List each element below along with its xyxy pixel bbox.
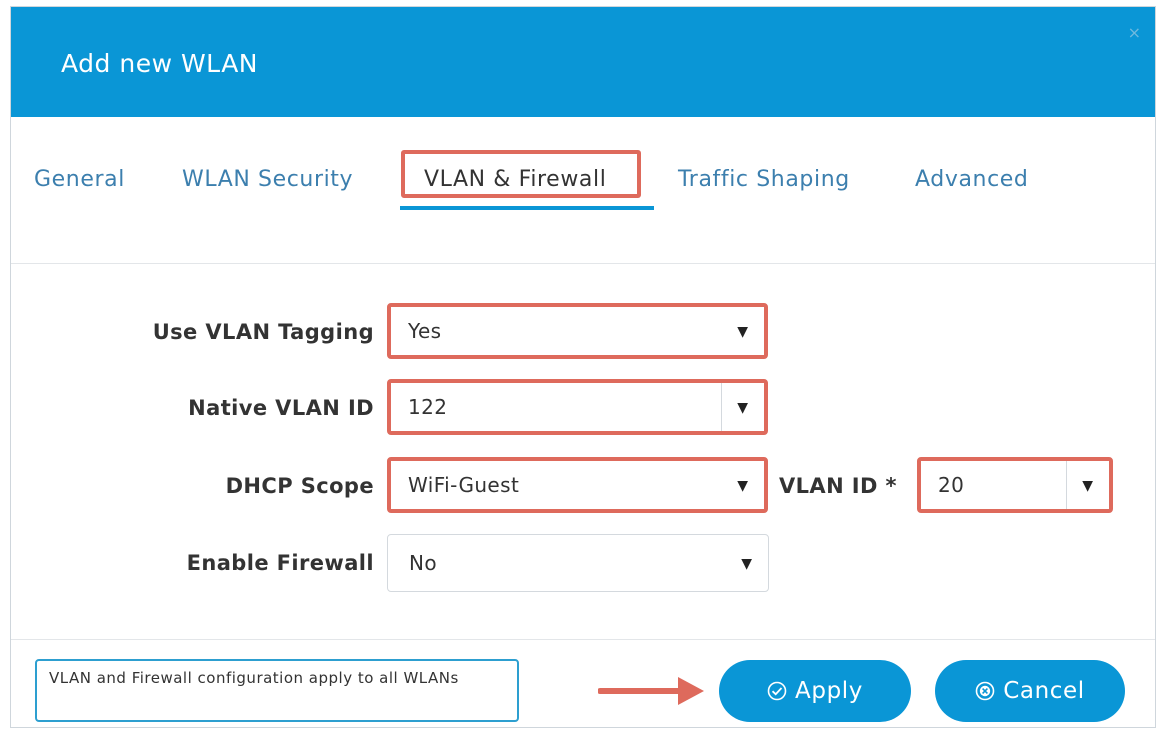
- dhcp-scope-label: DHCP Scope: [225, 474, 374, 498]
- enable-firewall-label: Enable Firewall: [186, 551, 374, 575]
- caret-separator: [721, 383, 722, 431]
- tab-vlan-firewall[interactable]: VLAN & Firewall: [424, 167, 606, 192]
- vlan-id-select[interactable]: 20 ▼: [917, 457, 1113, 513]
- tab-general[interactable]: General: [34, 167, 125, 192]
- caret-separator: [1066, 461, 1067, 509]
- native-vlan-id-label: Native VLAN ID: [188, 396, 374, 420]
- dhcp-scope-value: WiFi-Guest: [408, 473, 520, 497]
- check-circle-icon: [767, 681, 787, 701]
- info-note: VLAN and Firewall configuration apply to…: [35, 659, 519, 722]
- x-circle-icon: [975, 681, 995, 701]
- use-vlan-tagging-label: Use VLAN Tagging: [152, 320, 374, 344]
- enable-firewall-value: No: [409, 551, 437, 575]
- caret-down-icon: ▼: [741, 555, 752, 572]
- caret-down-icon: ▼: [737, 323, 748, 340]
- vlan-id-value: 20: [938, 473, 965, 497]
- use-vlan-tagging-value: Yes: [408, 319, 442, 343]
- tab-advanced[interactable]: Advanced: [915, 167, 1028, 192]
- footer-divider: [11, 639, 1155, 640]
- caret-down-icon: ▼: [737, 399, 748, 416]
- dialog-header: Add new WLAN ×: [11, 7, 1155, 117]
- native-vlan-id-select[interactable]: 122 ▼: [387, 379, 768, 435]
- active-tab-indicator: [400, 206, 654, 210]
- add-wlan-dialog: Add new WLAN × General WLAN Security VLA…: [10, 6, 1156, 728]
- caret-down-icon: ▼: [1082, 477, 1093, 494]
- dialog-title: Add new WLAN: [61, 49, 258, 78]
- cancel-label: Cancel: [1003, 678, 1085, 704]
- cancel-button[interactable]: Cancel: [935, 660, 1125, 722]
- native-vlan-id-value: 122: [408, 395, 448, 419]
- apply-button[interactable]: Apply: [719, 660, 911, 722]
- dhcp-scope-select[interactable]: WiFi-Guest ▼: [387, 457, 768, 513]
- caret-down-icon: ▼: [737, 477, 748, 494]
- tab-traffic-shaping[interactable]: Traffic Shaping: [678, 167, 850, 192]
- arrow-right-icon: [598, 677, 704, 705]
- tab-bar: General WLAN Security VLAN & Firewall Tr…: [11, 117, 1155, 263]
- enable-firewall-select[interactable]: No ▼: [387, 534, 769, 592]
- apply-label: Apply: [795, 678, 863, 704]
- use-vlan-tagging-select[interactable]: Yes ▼: [387, 303, 768, 359]
- vlan-id-label: VLAN ID *: [779, 474, 897, 498]
- tabs-divider: [11, 263, 1155, 264]
- tab-wlan-security[interactable]: WLAN Security: [182, 167, 353, 192]
- close-icon[interactable]: ×: [1128, 23, 1141, 42]
